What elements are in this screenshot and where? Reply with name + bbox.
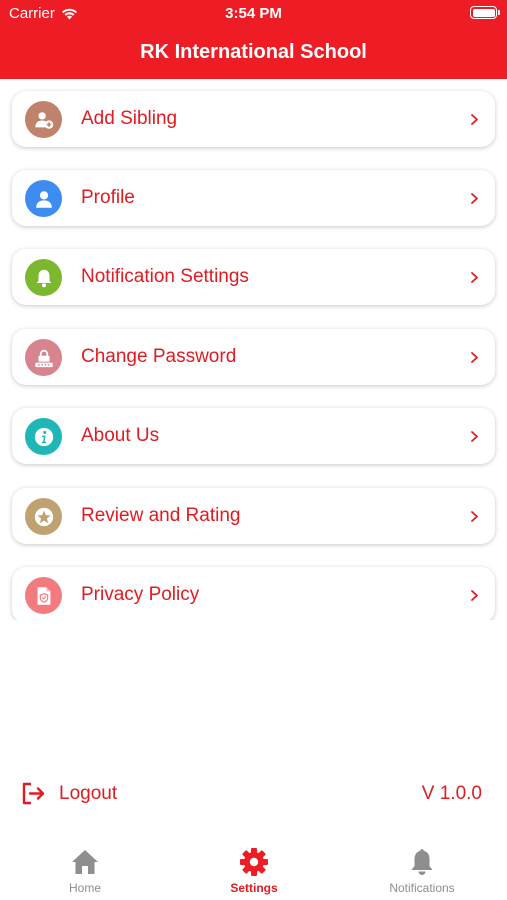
menu-item-label: Profile xyxy=(81,187,135,208)
chevron-right-icon xyxy=(471,352,478,363)
page-title: RK International School xyxy=(140,41,367,63)
chevron-right-icon xyxy=(471,590,478,601)
chevron-right-icon xyxy=(471,114,478,125)
menu-item-change-password[interactable]: Change Password xyxy=(12,329,495,385)
tab-label: Notifications xyxy=(389,881,455,895)
chevron-right-icon xyxy=(471,193,478,204)
user-icon xyxy=(25,180,62,217)
logout-label: Logout xyxy=(59,782,118,804)
menu-item-label: About Us xyxy=(81,425,160,446)
chevron-right-icon xyxy=(471,511,478,522)
logout-button[interactable]: Logout xyxy=(20,780,117,807)
menu-item-label: Privacy Policy xyxy=(81,584,200,605)
menu-item-review-and-rating[interactable]: Review and Rating xyxy=(12,488,495,544)
menu-item-notification-settings[interactable]: Notification Settings xyxy=(12,249,495,305)
menu-item-profile[interactable]: Profile xyxy=(12,170,495,226)
menu-item-about-us[interactable]: About Us xyxy=(12,408,495,464)
app-version: V 1.0.0 xyxy=(421,783,482,804)
info-icon xyxy=(25,418,62,455)
status-time: 3:54 PM xyxy=(225,5,282,22)
document-shield-icon xyxy=(25,577,62,614)
chevron-right-icon xyxy=(471,431,478,442)
bell-icon xyxy=(25,259,62,296)
tab-bar: Home Settings Notifications xyxy=(0,838,507,900)
tab-label: Settings xyxy=(230,881,278,895)
chevron-right-icon xyxy=(471,272,478,283)
gear-icon xyxy=(240,848,268,876)
tab-notifications[interactable]: Notifications xyxy=(362,846,482,895)
menu-item-add-sibling[interactable]: Add Sibling xyxy=(12,91,495,147)
tab-settings[interactable]: Settings xyxy=(194,846,314,895)
star-icon xyxy=(25,498,62,535)
app-header: Carrier 3:54 PM RK International School xyxy=(0,0,507,79)
bell-icon xyxy=(411,849,433,875)
battery-icon xyxy=(470,6,500,19)
settings-menu-list[interactable]: Add Sibling Profile Notification Setting… xyxy=(0,79,507,620)
menu-item-label: Add Sibling xyxy=(81,108,178,129)
menu-item-privacy-policy[interactable]: Privacy Policy xyxy=(12,567,495,620)
menu-item-label: Review and Rating xyxy=(81,505,241,526)
add-user-icon xyxy=(25,101,62,138)
tab-home[interactable]: Home xyxy=(25,846,145,895)
menu-item-label: Notification Settings xyxy=(81,266,249,287)
lock-icon xyxy=(25,339,62,376)
home-icon xyxy=(72,850,98,874)
logout-icon xyxy=(22,782,45,805)
menu-item-label: Change Password xyxy=(81,346,237,367)
status-bar: Carrier 3:54 PM xyxy=(0,0,507,28)
settings-screen: Carrier 3:54 PM RK International School … xyxy=(0,0,507,900)
tab-label: Home xyxy=(68,881,101,895)
